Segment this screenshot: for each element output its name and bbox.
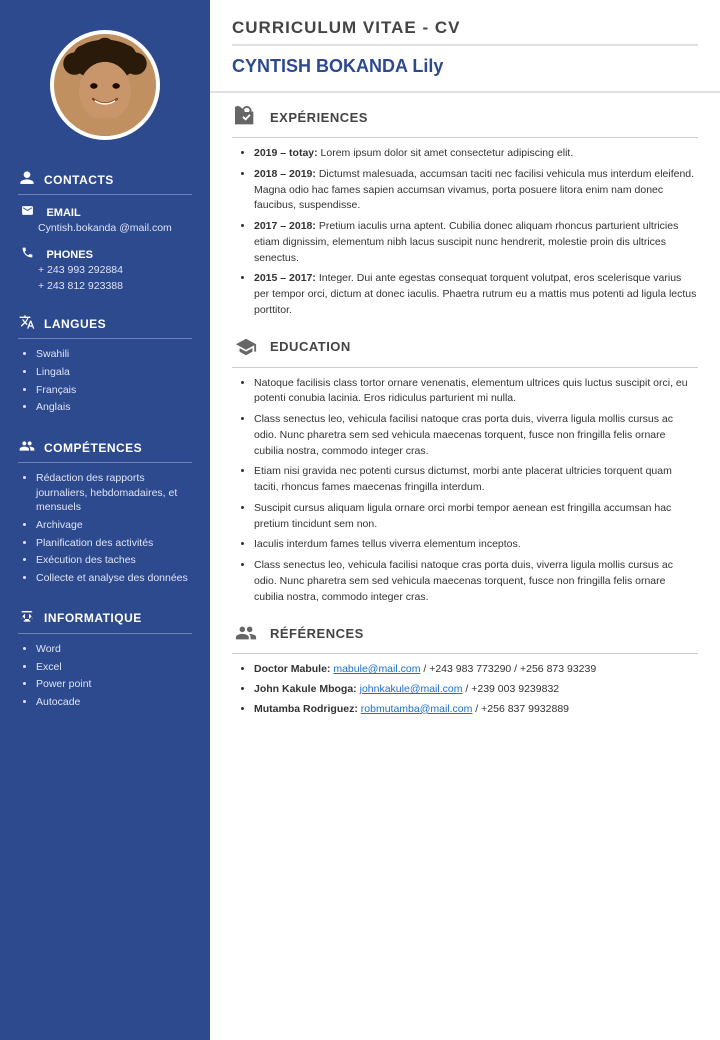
phones-block: PHONES + 243 993 292884 + 243 812 923388 xyxy=(18,245,192,295)
main-header: CURRICULUM VITAE - CV CYNTISH BOKANDA Li… xyxy=(210,0,720,93)
education-section: EDUCATION Natoque facilisis class tortor… xyxy=(232,333,698,606)
list-item: 2019 – totay: Lorem ipsum dolor sit amet… xyxy=(254,146,698,162)
langues-section: LANGUES Swahili Lingala Français Anglais xyxy=(0,304,210,428)
education-header: EDUCATION xyxy=(232,333,698,361)
competences-title: COMPÉTENCES xyxy=(44,441,142,455)
list-item: Lingala xyxy=(36,365,192,380)
list-item: John Kakule Mboga: johnkakule@mail.com /… xyxy=(254,682,698,698)
experiences-icon xyxy=(232,103,260,131)
langues-icon xyxy=(18,314,36,333)
competences-section: COMPÉTENCES Rédaction des rapports journ… xyxy=(0,428,210,599)
contacts-title: CONTACTS xyxy=(44,173,114,187)
email-icon xyxy=(18,204,36,220)
phone-icon xyxy=(18,246,36,262)
list-item: Swahili xyxy=(36,347,192,362)
references-title: RÉFÉRENCES xyxy=(270,626,364,641)
informatique-icon xyxy=(18,609,36,628)
cv-title: CURRICULUM VITAE - CV xyxy=(232,18,698,38)
email-label: EMAIL xyxy=(46,207,80,219)
informatique-list: Word Excel Power point Autocade xyxy=(18,642,192,710)
references-divider xyxy=(232,653,698,654)
list-item: Planification des activités xyxy=(36,536,192,551)
experiences-header: EXPÉRIENCES xyxy=(232,103,698,131)
list-item: Exécution des taches xyxy=(36,553,192,568)
experiences-section: EXPÉRIENCES 2019 – totay: Lorem ipsum do… xyxy=(232,103,698,319)
cv-title-divider xyxy=(232,44,698,46)
cv-sections: EXPÉRIENCES 2019 – totay: Lorem ipsum do… xyxy=(210,93,720,1040)
experiences-title: EXPÉRIENCES xyxy=(270,110,368,125)
langues-title: LANGUES xyxy=(44,317,106,331)
competences-icon xyxy=(18,438,36,457)
sidebar: CONTACTS EMAIL Cyntish.bokanda @mail.com… xyxy=(0,0,210,1040)
email-value: Cyntish.bokanda @mail.com xyxy=(18,221,192,237)
list-item: Doctor Mabule: mabule@mail.com / +243 98… xyxy=(254,662,698,678)
cv-name: CYNTISH BOKANDA Lily xyxy=(232,56,698,77)
list-item: Archivage xyxy=(36,518,192,533)
langues-header: LANGUES xyxy=(18,314,192,339)
langues-list: Swahili Lingala Français Anglais xyxy=(18,347,192,415)
sidebar-arrow xyxy=(0,998,210,1020)
list-item: Power point xyxy=(36,677,192,692)
list-item: Mutamba Rodriguez: robmutamba@mail.com /… xyxy=(254,702,698,718)
ref-email-link[interactable]: robmutamba@mail.com xyxy=(361,703,473,715)
list-item: 2018 – 2019: Dictumst malesuada, accumsa… xyxy=(254,167,698,214)
competences-header: COMPÉTENCES xyxy=(18,438,192,463)
references-list: Doctor Mabule: mabule@mail.com / +243 98… xyxy=(232,662,698,717)
list-item: Etiam nisi gravida nec potenti cursus di… xyxy=(254,464,698,496)
main-content: CURRICULUM VITAE - CV CYNTISH BOKANDA Li… xyxy=(210,0,720,1040)
education-icon xyxy=(232,333,260,361)
phone1: + 243 993 292884 xyxy=(18,263,192,279)
phone2: + 243 812 923388 xyxy=(18,279,192,295)
education-title: EDUCATION xyxy=(270,339,351,354)
ref-email-link[interactable]: johnkakule@mail.com xyxy=(360,683,463,695)
list-item: Natoque facilisis class tortor ornare ve… xyxy=(254,376,698,408)
list-item: 2015 – 2017: Integer. Dui ante egestas c… xyxy=(254,271,698,318)
contacts-section: CONTACTS EMAIL Cyntish.bokanda @mail.com… xyxy=(0,160,210,304)
avatar xyxy=(50,30,160,140)
email-block: EMAIL Cyntish.bokanda @mail.com xyxy=(18,203,192,237)
list-item: Anglais xyxy=(36,400,192,415)
competences-list: Rédaction des rapports journaliers, hebd… xyxy=(18,471,192,586)
list-item: Iaculis interdum fames tellus viverra el… xyxy=(254,537,698,553)
contacts-header: CONTACTS xyxy=(18,170,192,195)
experiences-list: 2019 – totay: Lorem ipsum dolor sit amet… xyxy=(232,146,698,319)
phones-label: PHONES xyxy=(46,249,92,261)
list-item: Class senectus leo, vehicula facilisi na… xyxy=(254,412,698,459)
list-item: Français xyxy=(36,383,192,398)
references-section: RÉFÉRENCES Doctor Mabule: mabule@mail.co… xyxy=(232,619,698,717)
list-item: Word xyxy=(36,642,192,657)
list-item: Suscipit cursus aliquam ligula ornare or… xyxy=(254,501,698,533)
informatique-title: INFORMATIQUE xyxy=(44,611,142,625)
list-item: Autocade xyxy=(36,695,192,710)
list-item: Collecte et analyse des données xyxy=(36,571,192,586)
contacts-icon xyxy=(18,170,36,189)
references-icon xyxy=(232,619,260,647)
list-item: Rédaction des rapports journaliers, hebd… xyxy=(36,471,192,515)
informatique-section: INFORMATIQUE Word Excel Power point Autocad… xyxy=(0,599,210,723)
list-item: 2017 – 2018: Pretium iaculis urna aptent… xyxy=(254,219,698,266)
ref-email-link[interactable]: mabule@mail.com xyxy=(333,663,420,675)
education-divider xyxy=(232,367,698,368)
education-list: Natoque facilisis class tortor ornare ve… xyxy=(232,376,698,606)
references-header: RÉFÉRENCES xyxy=(232,619,698,647)
experiences-divider xyxy=(232,137,698,138)
list-item: Excel xyxy=(36,660,192,675)
informatique-header: INFORMATIQUE xyxy=(18,609,192,634)
list-item: Class senectus leo, vehicula facilisi na… xyxy=(254,558,698,605)
